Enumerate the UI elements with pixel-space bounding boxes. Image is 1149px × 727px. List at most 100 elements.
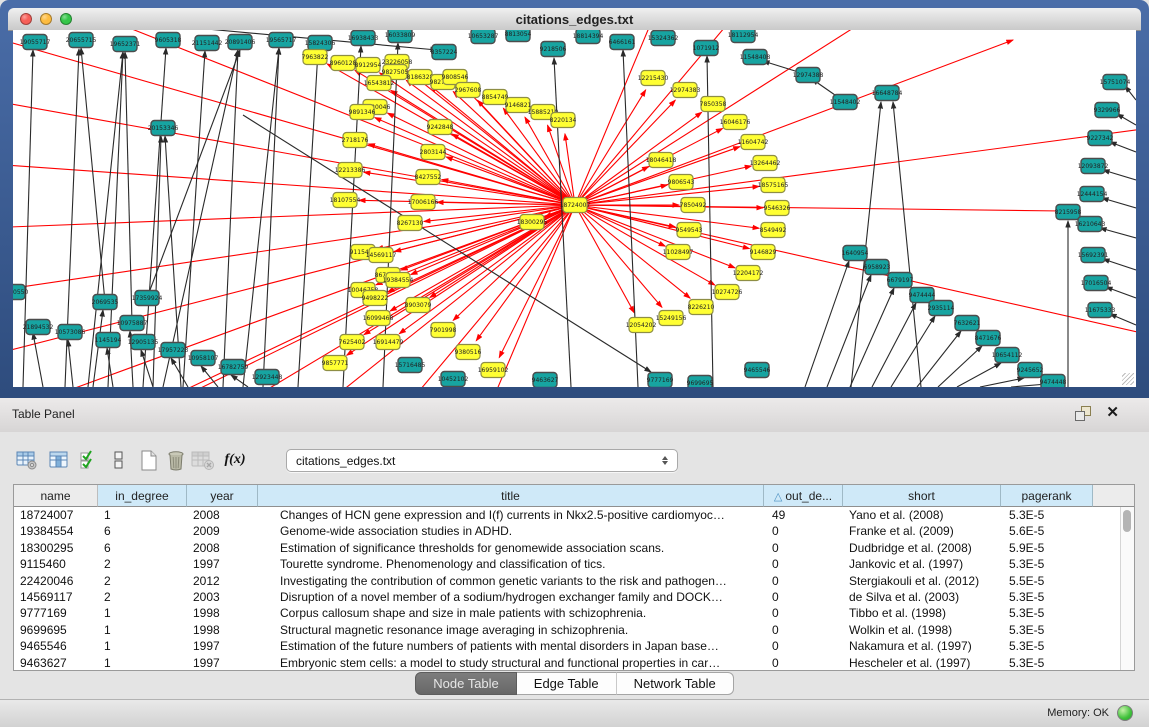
- graph-node[interactable]: 11604742: [738, 135, 769, 150]
- graph-node[interactable]: 14569117: [366, 248, 397, 263]
- graph-node[interactable]: 12093872: [1078, 159, 1109, 174]
- graph-node[interactable]: 15751074: [1100, 75, 1131, 90]
- graph-node[interactable]: 18112954: [728, 30, 759, 43]
- graph-node[interactable]: 2718176: [342, 133, 369, 148]
- column-header-year[interactable]: year: [187, 485, 258, 507]
- graph-node[interactable]: 9806543: [668, 175, 695, 190]
- graph-node[interactable]: 10975887: [117, 316, 148, 331]
- table-row[interactable]: 2242004622012Investigating the contribut…: [14, 573, 1134, 589]
- graph-node[interactable]: 15324362: [648, 31, 679, 46]
- column-header-title[interactable]: title: [258, 485, 764, 507]
- graph-node[interactable]: 20655715: [66, 33, 97, 48]
- graph-node[interactable]: 18107554: [330, 193, 361, 208]
- graph-node[interactable]: 2069535: [92, 295, 119, 310]
- table-row[interactable]: 977716911998Corpus callosum shape and si…: [14, 605, 1134, 621]
- graph-node[interactable]: 7963822: [302, 50, 329, 65]
- vertical-scrollbar[interactable]: [1120, 507, 1134, 670]
- tab-node-table[interactable]: Node Table: [415, 672, 517, 695]
- graph-node[interactable]: 12213386: [335, 163, 366, 178]
- graph-node[interactable]: 10958107: [188, 351, 219, 366]
- graph-node[interactable]: 9380516: [455, 345, 482, 360]
- graph-node[interactable]: 15716485: [395, 358, 426, 373]
- graph-node[interactable]: 9465546: [744, 363, 771, 378]
- table-row[interactable]: 946362711997Embryonic stem cells: a mode…: [14, 655, 1134, 671]
- graph-node[interactable]: 16938433: [348, 31, 379, 46]
- graph-node[interactable]: 17016504: [1081, 276, 1112, 291]
- graph-node[interactable]: 12923448: [252, 370, 283, 385]
- graph-node[interactable]: 8813054: [505, 30, 532, 42]
- graph-node[interactable]: 18300295: [517, 215, 548, 230]
- column-header-out_de[interactable]: △out_de...: [764, 485, 843, 507]
- graph-node[interactable]: 9857771: [322, 356, 349, 371]
- table-row[interactable]: 1830029562008Estimation of significance …: [14, 540, 1134, 556]
- graph-node[interactable]: 16210643: [1075, 217, 1106, 232]
- graph-node[interactable]: 17359924: [132, 291, 163, 306]
- graph-node[interactable]: 16782759: [218, 360, 249, 375]
- table-row[interactable]: 1456911722003Disruption of a novel membe…: [14, 589, 1134, 605]
- graph-node[interactable]: 1640954: [842, 246, 869, 261]
- graph-node[interactable]: 8427552: [415, 170, 442, 185]
- graph-node[interactable]: 9546326: [764, 201, 791, 216]
- graph-node[interactable]: 8357224: [431, 45, 458, 60]
- graph-node[interactable]: 8912954: [355, 58, 382, 73]
- graph-node[interactable]: 9218506: [540, 42, 567, 57]
- graph-node[interactable]: 21151442: [192, 36, 223, 51]
- graph-node[interactable]: 16914479: [373, 335, 404, 350]
- graph-node[interactable]: 6679197: [887, 273, 914, 288]
- tab-network-table[interactable]: Network Table: [617, 672, 734, 695]
- new-document-icon[interactable]: [136, 447, 162, 473]
- graph-node[interactable]: 10653287: [468, 30, 499, 44]
- graph-node[interactable]: 15692391: [1078, 248, 1109, 263]
- graph-node[interactable]: 19384554: [383, 273, 414, 288]
- graph-node[interactable]: 16959102: [478, 363, 509, 378]
- graph-node[interactable]: 12444154: [1077, 187, 1108, 202]
- graph-node[interactable]: 8267130: [397, 216, 424, 231]
- graph-node[interactable]: 8220134: [550, 113, 577, 128]
- graph-node[interactable]: 12054202: [626, 318, 657, 333]
- graph-node[interactable]: 18724007: [560, 198, 591, 213]
- graph-node[interactable]: 9549543: [676, 223, 703, 238]
- graph-node[interactable]: 7850358: [700, 97, 727, 112]
- graph-node[interactable]: 6958923: [864, 260, 891, 275]
- graph-node[interactable]: 9463627: [532, 373, 559, 388]
- graph-node[interactable]: 20891406: [225, 35, 256, 50]
- row-height-icon[interactable]: [106, 447, 132, 473]
- function-builder-icon[interactable]: f(x): [222, 447, 248, 473]
- graph-node[interactable]: 12974383: [670, 83, 701, 98]
- graph-node[interactable]: 2803144: [420, 145, 447, 160]
- graph-node[interactable]: 19055717: [20, 35, 51, 50]
- graph-node[interactable]: 11675333: [1085, 303, 1116, 318]
- close-panel-icon[interactable]: ✕: [1106, 404, 1119, 422]
- graph-node[interactable]: 17006166: [408, 195, 439, 210]
- graph-node[interactable]: 18575165: [758, 178, 789, 193]
- graph-node[interactable]: 7632621: [954, 316, 981, 331]
- minimize-window-button[interactable]: [40, 13, 52, 25]
- graph-node[interactable]: 7625402: [339, 335, 366, 350]
- graph-node[interactable]: 16543812: [364, 76, 395, 91]
- graph-node[interactable]: 10274726: [712, 285, 743, 300]
- graph-node[interactable]: 8903079: [405, 298, 432, 313]
- graph-node[interactable]: 1145194: [95, 333, 122, 348]
- column-header-pagerank[interactable]: pagerank: [1001, 485, 1093, 507]
- table-row[interactable]: 946554611997Estimation of the future num…: [14, 638, 1134, 654]
- graph-node[interactable]: 19565717: [266, 33, 297, 48]
- network-canvas[interactable]: 1905571720655715196523719605318211514422…: [13, 30, 1136, 387]
- select-rows-check-icon[interactable]: [76, 447, 102, 473]
- table-row[interactable]: 969969511998Structural magnetic resonanc…: [14, 622, 1134, 638]
- graph-node[interactable]: 21894532: [23, 320, 54, 335]
- table-row[interactable]: 1938455462009Genome-wide association stu…: [14, 523, 1134, 539]
- graph-node[interactable]: 7901998: [430, 323, 457, 338]
- graph-node[interactable]: 13264462: [750, 156, 781, 171]
- graph-node[interactable]: 16046176: [720, 115, 751, 130]
- graph-node[interactable]: 15824306: [305, 36, 336, 51]
- graph-node[interactable]: 7850492: [680, 198, 707, 213]
- graph-node[interactable]: 17957223: [158, 343, 189, 358]
- table-row[interactable]: 1872400712008Changes of HCN gene express…: [14, 507, 1134, 523]
- graph-node[interactable]: 9891346: [349, 105, 376, 120]
- column-header-in_degree[interactable]: in_degree: [98, 485, 187, 507]
- graph-node[interactable]: 9699695: [687, 376, 714, 388]
- graph-node[interactable]: 11028497: [663, 245, 694, 260]
- graph-node[interactable]: 16033809: [385, 30, 416, 43]
- window-titlebar[interactable]: citations_edges.txt: [8, 8, 1141, 31]
- scrollbar-thumb[interactable]: [1123, 510, 1131, 532]
